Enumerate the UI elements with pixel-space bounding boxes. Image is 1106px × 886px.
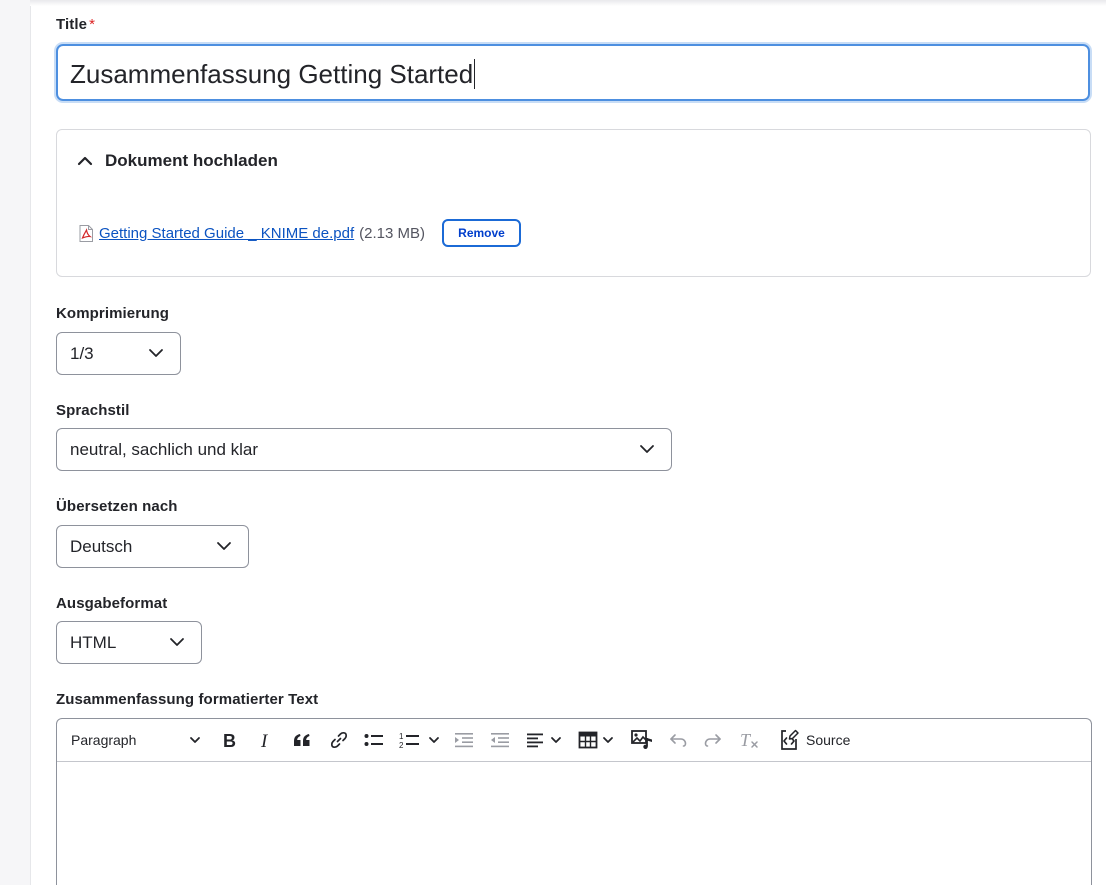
editor-content-area[interactable]: [57, 762, 1091, 886]
chevron-down-icon: [640, 445, 654, 453]
source-button[interactable]: Source: [778, 728, 858, 752]
title-input-value: Zusammenfassung Getting Started: [70, 59, 474, 89]
chevron-down-icon: [603, 737, 613, 743]
komprimierung-select[interactable]: 1/3: [56, 332, 181, 375]
svg-text:I: I: [260, 731, 269, 749]
sprachstil-select[interactable]: neutral, sachlich und klar: [56, 428, 672, 471]
insert-media-button[interactable]: [630, 728, 654, 752]
align-left-icon: [527, 733, 543, 748]
bulleted-list-button[interactable]: [363, 728, 385, 752]
required-mark: *: [89, 16, 96, 33]
svg-text:2: 2: [399, 741, 404, 749]
source-code-icon: [781, 729, 799, 750]
undo-icon: [670, 734, 687, 747]
bulleted-list-icon: [364, 734, 383, 746]
svg-text:B: B: [223, 731, 236, 749]
chevron-down-icon: [170, 638, 184, 646]
uploaded-file-row: Getting Started Guide _ KNIME de.pdf (2.…: [79, 219, 521, 247]
bold-button[interactable]: B: [218, 728, 240, 752]
svg-text:T: T: [740, 731, 752, 749]
source-label: Source: [806, 732, 851, 748]
chevron-up-icon: [77, 156, 93, 166]
numbered-list-icon: 1 2: [399, 732, 419, 749]
media-icon: [631, 730, 652, 749]
undo-button[interactable]: [667, 728, 689, 752]
sprachstil-label: Sprachstil: [56, 402, 130, 419]
remove-format-button[interactable]: T: [738, 728, 760, 752]
chevron-down-icon: [217, 542, 231, 550]
chevron-down-icon: [149, 349, 163, 357]
table-icon: [578, 731, 598, 749]
title-label: Title *: [56, 16, 95, 33]
upload-header-label: Dokument hochladen: [105, 151, 278, 170]
outdent-button[interactable]: [489, 728, 511, 752]
outdent-icon: [491, 733, 509, 748]
editor-toolbar: Paragraph B I 1 2 T Source: [57, 719, 1091, 762]
title-label-text: Title: [56, 16, 88, 33]
ausgabeformat-select[interactable]: HTML: [56, 621, 202, 664]
editor-label: Zusammenfassung formatierter Text: [56, 691, 319, 708]
link-button[interactable]: [328, 728, 350, 752]
paragraph-dropdown[interactable]: Paragraph: [71, 728, 203, 752]
bold-icon: B: [223, 731, 236, 749]
pdf-file-icon: [79, 224, 93, 242]
redo-button[interactable]: [702, 728, 724, 752]
numbered-list-button[interactable]: 1 2: [399, 728, 443, 752]
remove-format-icon: T: [740, 731, 758, 749]
file-size: (2.13 MB): [359, 224, 425, 242]
blockquote-icon: [294, 734, 310, 746]
komprimierung-value: 1/3: [70, 343, 94, 363]
left-rail: [0, 0, 31, 885]
top-shadow: [30, 0, 1106, 6]
uebersetzen-select[interactable]: Deutsch: [56, 525, 249, 568]
blockquote-button[interactable]: [291, 728, 313, 752]
paragraph-label: Paragraph: [71, 732, 137, 748]
uebersetzen-label: Übersetzen nach: [56, 498, 178, 515]
sprachstil-value: neutral, sachlich und klar: [70, 439, 259, 459]
redo-icon: [704, 734, 721, 747]
indent-icon: [455, 733, 473, 748]
indent-button[interactable]: [453, 728, 475, 752]
title-input[interactable]: Zusammenfassung Getting Started: [56, 44, 1090, 101]
text-caret: [474, 59, 476, 89]
remove-file-button[interactable]: Remove: [442, 219, 521, 247]
chevron-down-icon: [551, 737, 561, 743]
file-link[interactable]: Getting Started Guide _ KNIME de.pdf: [99, 225, 354, 242]
chevron-down-icon: [190, 737, 200, 743]
link-icon: [330, 731, 348, 749]
svg-text:1: 1: [399, 732, 404, 741]
italic-button[interactable]: I: [255, 728, 277, 752]
italic-icon: I: [260, 731, 269, 749]
uebersetzen-value: Deutsch: [70, 536, 133, 556]
chevron-down-icon: [429, 737, 439, 743]
insert-table-button[interactable]: [578, 728, 620, 752]
upload-summary[interactable]: Dokument hochladen: [77, 151, 278, 171]
rich-text-editor: Paragraph B I 1 2 T Source: [56, 718, 1092, 885]
ausgabeformat-label: Ausgabeformat: [56, 595, 168, 612]
upload-details: Dokument hochladen Getting Started Guide…: [56, 129, 1091, 277]
ausgabeformat-value: HTML: [70, 632, 117, 652]
komprimierung-label: Komprimierung: [56, 305, 169, 322]
text-align-button[interactable]: [526, 728, 566, 752]
